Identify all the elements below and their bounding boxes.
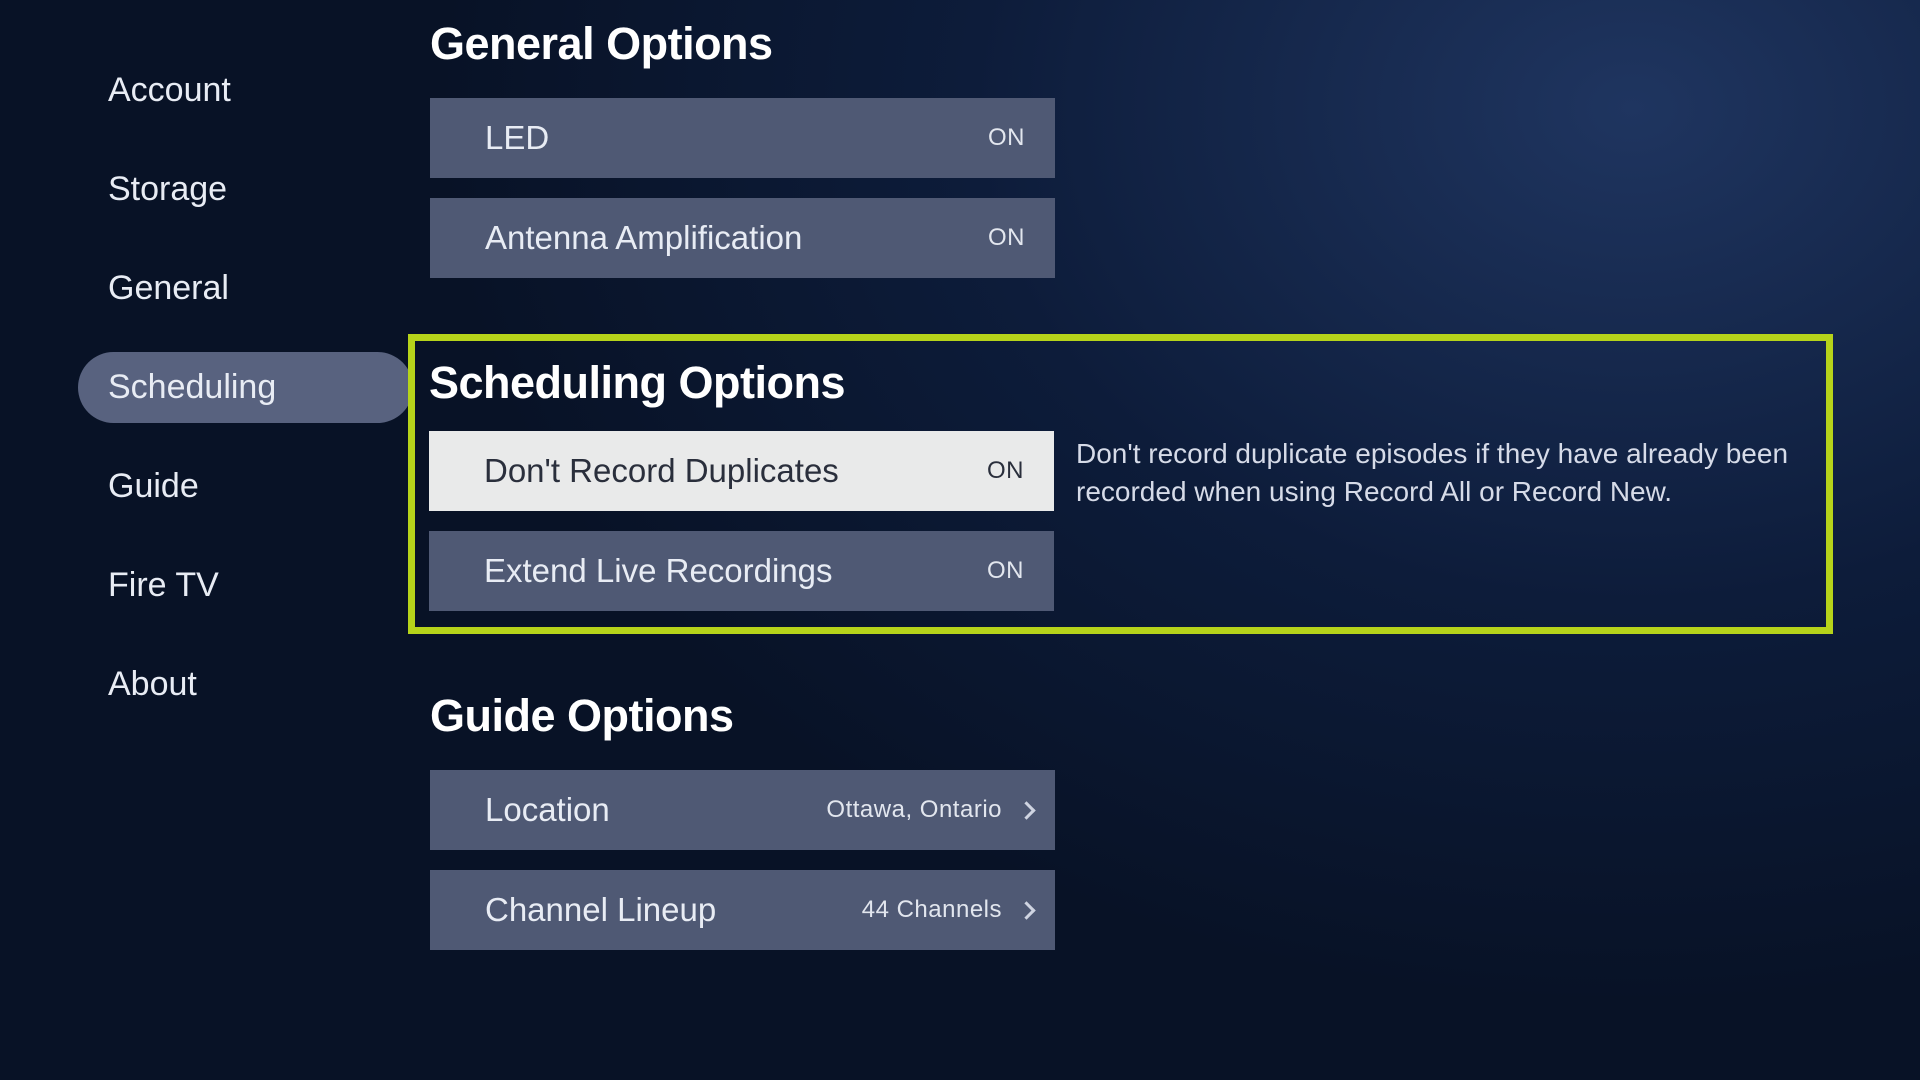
- section-guide: Guide Options Location Ottawa, Ontario C…: [430, 690, 1880, 950]
- section-title-general: General Options: [430, 18, 1880, 70]
- chevron-right-icon: [1017, 801, 1035, 819]
- row-lineup-value: 44 Channels: [862, 896, 1002, 924]
- sidebar-item-scheduling[interactable]: Scheduling: [78, 352, 413, 423]
- section-general: General Options LED ON Antenna Amplifica…: [430, 18, 1880, 278]
- chevron-right-icon: [1017, 901, 1035, 919]
- row-channel-lineup[interactable]: Channel Lineup 44 Channels: [430, 870, 1055, 950]
- row-location-value: Ottawa, Ontario: [826, 796, 1002, 824]
- section-title-scheduling: Scheduling Options: [429, 357, 1812, 409]
- row-antenna-value: ON: [988, 224, 1025, 252]
- row-location-label: Location: [485, 791, 610, 829]
- row-duplicates-value: ON: [987, 457, 1024, 485]
- sidebar-item-about[interactable]: About: [78, 649, 413, 720]
- sidebar: Account Storage General Scheduling Guide…: [0, 0, 430, 1080]
- sidebar-item-account[interactable]: Account: [78, 55, 413, 126]
- row-duplicates-label: Don't Record Duplicates: [484, 452, 839, 490]
- section-scheduling-highlight: Scheduling Options Don't Record Duplicat…: [408, 334, 1833, 634]
- row-location[interactable]: Location Ottawa, Ontario: [430, 770, 1055, 850]
- row-antenna-amplification[interactable]: Antenna Amplification ON: [430, 198, 1055, 278]
- row-extend-value: ON: [987, 557, 1024, 585]
- section-title-guide: Guide Options: [430, 690, 1880, 742]
- main-content: General Options LED ON Antenna Amplifica…: [430, 0, 1920, 1080]
- sidebar-item-storage[interactable]: Storage: [78, 154, 413, 225]
- row-extend-live-recordings[interactable]: Extend Live Recordings ON: [429, 531, 1054, 611]
- row-antenna-label: Antenna Amplification: [485, 219, 802, 257]
- row-extend-label: Extend Live Recordings: [484, 552, 833, 590]
- scheduling-description: Don't record duplicate episodes if they …: [1076, 431, 1812, 611]
- sidebar-item-fire-tv[interactable]: Fire TV: [78, 550, 413, 621]
- row-led-value: ON: [988, 124, 1025, 152]
- sidebar-item-general[interactable]: General: [78, 253, 413, 324]
- row-led[interactable]: LED ON: [430, 98, 1055, 178]
- row-led-label: LED: [485, 119, 549, 157]
- sidebar-item-guide[interactable]: Guide: [78, 451, 413, 522]
- row-lineup-label: Channel Lineup: [485, 891, 716, 929]
- row-dont-record-duplicates[interactable]: Don't Record Duplicates ON: [429, 431, 1054, 511]
